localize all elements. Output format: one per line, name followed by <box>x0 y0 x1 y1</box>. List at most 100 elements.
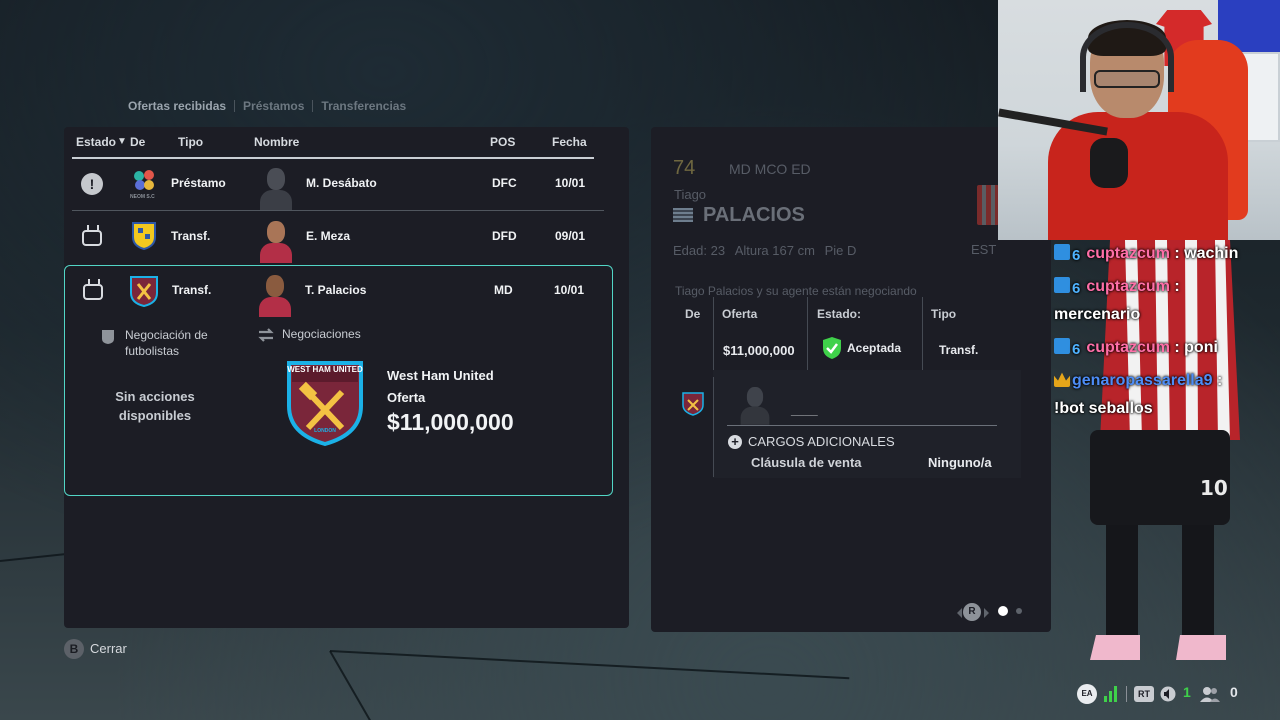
player-bio-line: Edad: 23 Altura 167 cm Pie D <box>673 243 856 258</box>
tier-badge-icon: 6 <box>1072 280 1081 297</box>
offering-club-name: West Ham United <box>387 368 494 383</box>
negotiations-button[interactable]: Negociaciones <box>282 327 361 341</box>
b-button-icon[interactable]: B <box>64 639 84 659</box>
tab-divider <box>234 100 236 112</box>
offers-table-panel: Estado ▼ De Tipo Nombre POS Fecha ! NEOM… <box>64 127 629 628</box>
shield-icon <box>101 329 115 350</box>
offer-col-type: Tipo <box>931 307 957 321</box>
tier-badge-icon: 6 <box>1072 341 1081 358</box>
offer-date: 10/01 <box>555 176 586 190</box>
offer-col-offer: Oferta <box>722 307 758 321</box>
player-name: M. Desábato <box>306 176 377 190</box>
offer-amount: $11,000,000 <box>387 409 514 435</box>
col-divider <box>807 297 808 377</box>
west-ham-crest-icon <box>682 392 704 421</box>
svg-text:10: 10 <box>1200 476 1228 500</box>
accepted-check-icon <box>821 336 843 365</box>
player-name: T. Palacios <box>305 283 367 297</box>
offer-type: Transf. <box>171 229 211 243</box>
player-face <box>257 273 293 317</box>
chat-username: cuptazcum <box>1086 339 1170 356</box>
west-ham-crest-icon: WEST HAM UNITED LONDON <box>286 360 364 447</box>
height-value: 167 cm <box>772 243 815 258</box>
right-stick-icon: R <box>963 603 981 621</box>
pager-dot-active[interactable] <box>998 606 1008 616</box>
sell-clause-label: Cláusula de venta <box>751 455 862 470</box>
chat-message: 6 cuptazcum : poni <box>1054 334 1280 362</box>
player-pos: DFD <box>492 229 517 243</box>
player-pos: DFC <box>492 176 517 190</box>
additional-charges-title[interactable]: CARGOS ADICIONALES <box>748 434 895 449</box>
sub-badge-icon <box>1054 244 1070 260</box>
friends-icon <box>1200 686 1220 708</box>
voice-count: 1 <box>1183 684 1191 700</box>
chat-text: mercenario <box>1054 306 1141 323</box>
club-crest-icon <box>130 220 158 251</box>
sell-clause-value: Ninguno/a <box>928 455 992 470</box>
offer-label: Oferta <box>387 390 426 405</box>
player-name: E. Meza <box>306 229 351 243</box>
column-header-name[interactable]: Nombre <box>254 135 299 149</box>
tier-badge-icon: 6 <box>1072 247 1081 264</box>
player-first-name: Tiago <box>674 187 707 202</box>
offer-date: 09/01 <box>555 229 586 243</box>
column-header-from[interactable]: De <box>130 135 145 149</box>
col-divider <box>922 297 923 377</box>
negotiation-note: Tiago Palacios y su agente están negocia… <box>675 284 917 298</box>
sort-arrow-icon: ▼ <box>117 136 127 147</box>
player-pos: MD <box>494 283 513 297</box>
offer-date: 10/01 <box>554 283 585 297</box>
uruguay-flag-icon <box>673 208 693 222</box>
pager-left-arrow-icon[interactable] <box>957 608 962 618</box>
player-rating: 74 <box>673 157 696 179</box>
blank-player-name: ____ <box>791 403 818 417</box>
foot-value: D <box>846 243 857 258</box>
chat-text: !bot seballos <box>1054 400 1153 417</box>
ea-logo-icon: EA <box>1077 684 1097 704</box>
streamer-shirt <box>1048 112 1228 240</box>
header-underline <box>72 157 594 159</box>
glasses <box>1094 70 1160 88</box>
close-button[interactable]: Cerrar <box>90 641 127 656</box>
crown-badge-icon <box>1054 372 1070 387</box>
player-negotiation-button[interactable]: Negociación de futbolistas <box>125 327 235 359</box>
tv-icon <box>82 230 102 246</box>
pager-right-arrow-icon[interactable] <box>984 608 989 618</box>
no-actions-label: Sin acciones disponibles <box>115 389 195 423</box>
column-header-status[interactable]: Estado <box>76 135 116 149</box>
age-label: Edad: <box>673 243 707 258</box>
friends-count: 0 <box>1230 684 1238 700</box>
chat-message: 6 cuptazcum : wachin <box>1054 240 1280 268</box>
tv-icon <box>83 284 103 300</box>
chat-username: genaropassarella9 <box>1072 372 1213 389</box>
player-positions: MD MCO ED <box>729 161 811 177</box>
pager-dot[interactable] <box>1016 608 1022 614</box>
chat-username: cuptazcum <box>1086 278 1170 295</box>
column-header-pos[interactable]: POS <box>490 135 515 149</box>
chat-separator: : <box>1169 245 1185 262</box>
streamer-webcam <box>998 0 1280 240</box>
hud-divider <box>1126 686 1127 702</box>
selected-offer-card[interactable]: Transf. T. Palacios MD 10/01 Negociación… <box>64 265 613 496</box>
tab-transfers[interactable]: Transferencias <box>321 99 406 113</box>
tab-loans[interactable]: Préstamos <box>243 99 304 113</box>
chat-separator: : <box>1212 372 1223 389</box>
divider-line <box>727 425 997 426</box>
player-offer-detail-panel: 74 MD MCO ED Tiago PALACIOS EST Edad: 23… <box>651 127 1051 632</box>
column-header-type[interactable]: Tipo <box>178 135 203 149</box>
chat-separator: : <box>1169 339 1185 356</box>
player-face-placeholder <box>739 385 771 425</box>
alert-icon: ! <box>81 173 103 195</box>
chat-text: wachin <box>1184 245 1239 262</box>
chat-username: cuptazcum <box>1086 245 1170 262</box>
tab-received-offers[interactable]: Ofertas recibidas <box>128 99 226 113</box>
foot-label: Pie <box>824 243 844 258</box>
offer-type: Préstamo <box>171 176 226 190</box>
neom-sc-crest-icon <box>130 167 158 195</box>
chat-message: genaropassarella9 : !bot seballos <box>1054 367 1280 423</box>
age-value: 23 <box>710 243 726 258</box>
crest-top-text: WEST HAM UNITED <box>287 365 363 374</box>
player-face <box>258 219 294 263</box>
column-header-date[interactable]: Fecha <box>552 135 587 149</box>
col-divider <box>713 297 714 377</box>
